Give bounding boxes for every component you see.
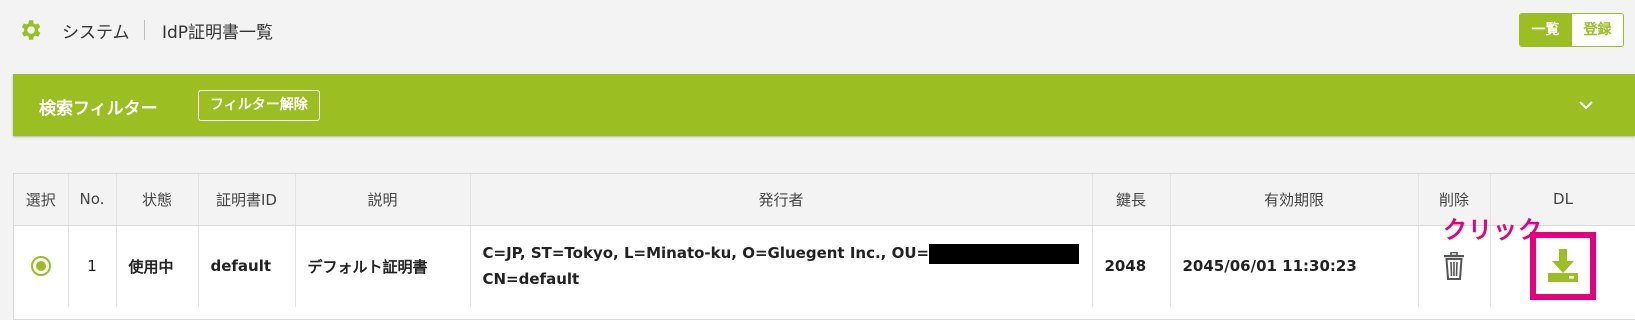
description-cell: デフォルト証明書 <box>295 225 471 307</box>
register-button[interactable]: 登録 <box>1571 14 1623 46</box>
search-filter-title: 検索フィルター <box>39 99 158 119</box>
trash-icon[interactable] <box>1443 252 1465 281</box>
issuer-line-2: CN=default <box>482 270 580 289</box>
list-button[interactable]: 一覧 <box>1520 14 1571 46</box>
chevron-down-icon[interactable] <box>1577 96 1595 114</box>
column-header-key-length: 鍵長 <box>1092 174 1171 226</box>
column-header-description: 説明 <box>295 174 471 226</box>
download-icon <box>1548 249 1578 283</box>
page-title: IdP証明書一覧 <box>162 23 274 43</box>
breadcrumb-system[interactable]: システム <box>62 18 130 43</box>
expires-cell: 2045/06/01 11:30:23 <box>1170 225 1419 307</box>
radio-selected-icon[interactable] <box>30 256 51 277</box>
status-cell: 使用中 <box>116 225 199 307</box>
issuer-line-1: C=JP, ST=Tokyo, L=Minato-ku, O=Gluegent … <box>482 244 930 263</box>
table-header-row: 選択 No. 状態 証明書ID 説明 発行者 鍵長 有効期限 削除 DL <box>14 174 1635 226</box>
column-header-status: 状態 <box>116 174 199 226</box>
breadcrumb-separator <box>144 20 145 40</box>
certificate-table: 選択 No. 状態 証明書ID 説明 発行者 鍵長 有効期限 削除 DL 1 使… <box>13 173 1635 320</box>
column-header-expires: 有効期限 <box>1170 174 1419 226</box>
clear-filter-button[interactable]: フィルター解除 <box>198 90 320 121</box>
gear-icon <box>21 20 41 40</box>
redaction-block <box>929 243 1080 264</box>
page-header: システム IdP証明書一覧 一覧 登録 <box>0 0 1635 60</box>
select-cell <box>14 225 69 307</box>
click-annotation: クリック <box>1443 216 1543 244</box>
cert-id-cell: default <box>198 225 296 307</box>
column-header-select: 選択 <box>14 174 69 226</box>
issuer-cell: C=JP, ST=Tokyo, L=Minato-ku, O=Gluegent … <box>470 225 1093 307</box>
row-number: 1 <box>68 225 117 307</box>
column-header-no: No. <box>68 174 117 226</box>
column-header-cert-id: 証明書ID <box>198 174 296 226</box>
column-header-issuer: 発行者 <box>470 174 1093 226</box>
table-row: 1 使用中 default デフォルト証明書 C=JP, ST=Tokyo, L… <box>14 225 1635 307</box>
key-length-cell: 2048 <box>1092 225 1171 307</box>
view-toggle-group: 一覧 登録 <box>1519 13 1624 47</box>
search-filter-bar[interactable]: 検索フィルター フィルター解除 <box>13 74 1635 136</box>
